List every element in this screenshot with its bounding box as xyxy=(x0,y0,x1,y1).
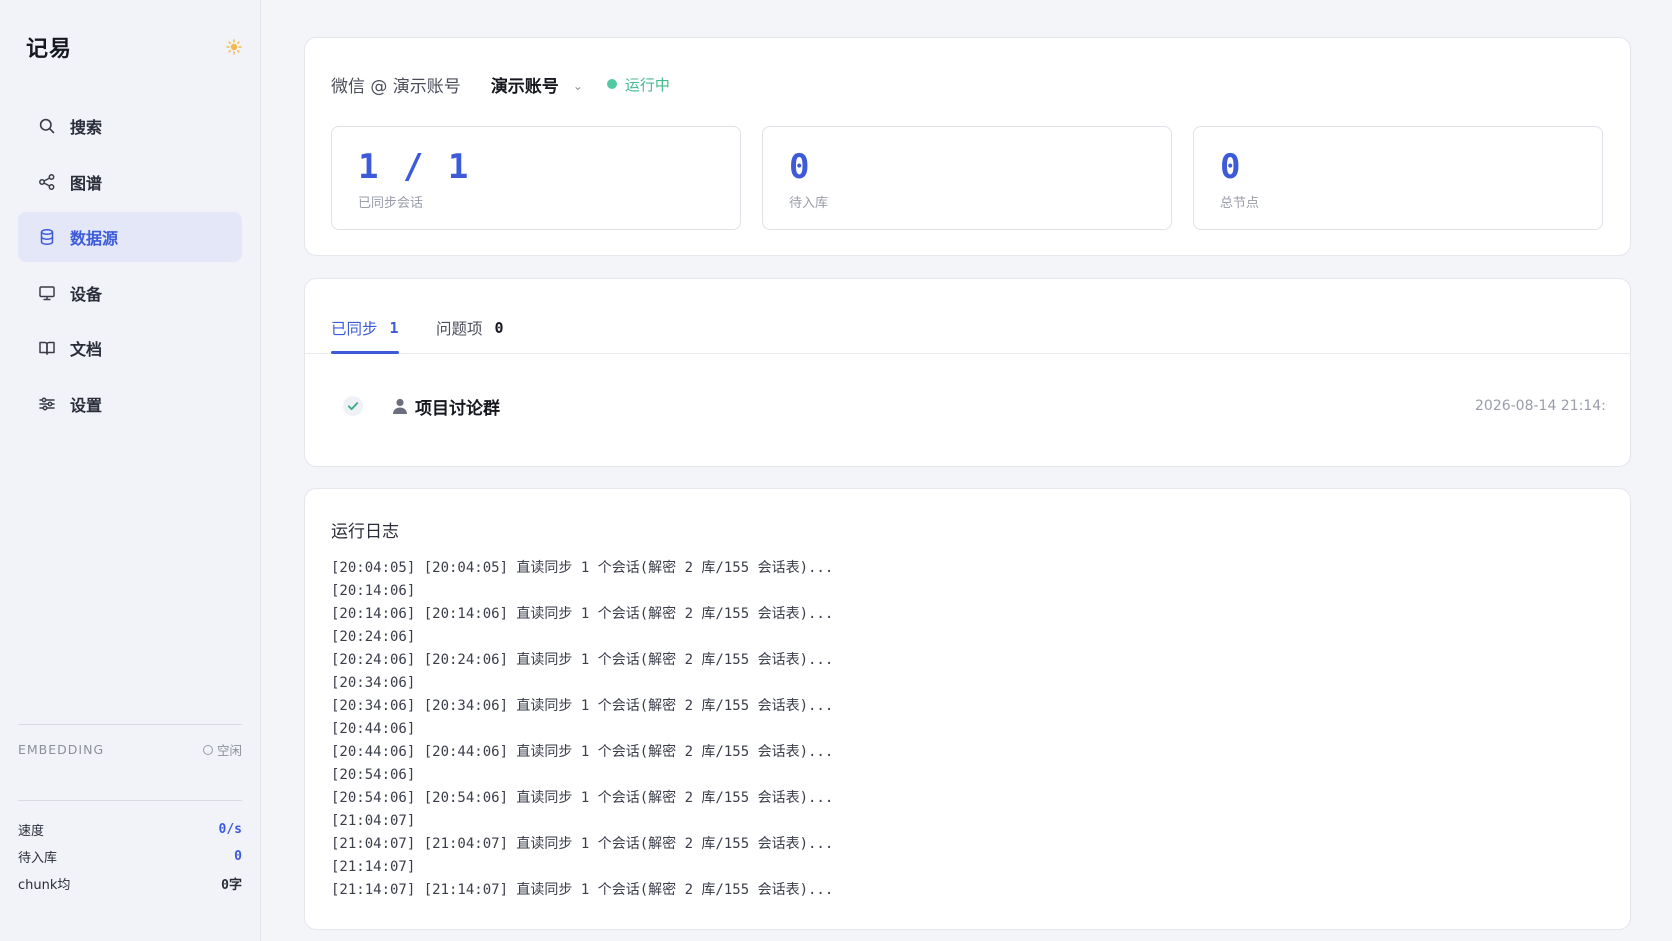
log-line: [21:04:07] [21:04:07] 直读同步 1 个会话(解密 2 库/… xyxy=(331,836,834,852)
metric-value: 1 / 1 xyxy=(358,147,471,187)
monitor-icon xyxy=(39,285,55,300)
log-line: [20:04:05] [20:04:05] 直读同步 1 个会话(解密 2 库/… xyxy=(331,560,834,576)
stat-label: 速度 xyxy=(18,824,45,839)
main-content: 微信 @ 演示账号 演示账号 ⌄ 运行中 1 / 1 已同步会话 0 待入库 0… xyxy=(261,0,1672,941)
log-line: [21:04:07] xyxy=(331,813,416,829)
session-name: 项目讨论群 xyxy=(415,398,500,419)
log-line: [20:34:06] [20:34:06] 直读同步 1 个会话(解密 2 库/… xyxy=(331,698,834,714)
check-icon xyxy=(343,396,363,416)
sidebar-item-devices[interactable]: 设备 xyxy=(18,268,242,318)
sidebar-divider xyxy=(18,800,242,801)
account-select[interactable]: 演示账号 xyxy=(491,72,559,97)
source-card: 微信 @ 演示账号 演示账号 ⌄ 运行中 1 / 1 已同步会话 0 待入库 0… xyxy=(304,37,1631,256)
database-icon xyxy=(40,229,54,245)
sidebar-divider xyxy=(18,724,242,725)
stat-chunk-average: chunk均 0字 xyxy=(18,870,242,897)
tab-issues[interactable]: 问题项 0 xyxy=(436,317,504,339)
sun-icon[interactable] xyxy=(226,39,242,55)
app-window: 记易 搜索 图谱 数据源 设备 文档 设置 EMBEDDING 空闲 速度 0/… xyxy=(0,0,1672,941)
status-dot xyxy=(606,79,617,89)
tab-label: 已同步 xyxy=(331,320,378,338)
sliders-icon xyxy=(39,397,55,410)
sidebar-item-label: 设置 xyxy=(70,395,103,415)
stat-pending: 待入库 0 xyxy=(18,843,242,870)
sidebar-item-docs[interactable]: 文档 xyxy=(18,323,242,373)
source-label: 微信 @ 演示账号 xyxy=(331,76,461,97)
metric-synced-sessions: 1 / 1 已同步会话 xyxy=(331,126,741,230)
stat-label: 待入库 xyxy=(18,851,58,866)
sidebar-item-graph[interactable]: 图谱 xyxy=(18,157,242,207)
stat-value: 0字 xyxy=(221,878,242,893)
idle-circle-icon xyxy=(202,744,213,755)
share-graph-icon xyxy=(39,173,55,190)
log-title: 运行日志 xyxy=(331,522,399,542)
book-icon xyxy=(39,341,55,355)
sidebar-nav: 搜索 图谱 数据源 设备 文档 设置 xyxy=(18,101,242,434)
brand: 记易 xyxy=(26,32,242,62)
log-line: [20:44:06] [20:44:06] 直读同步 1 个会话(解密 2 库/… xyxy=(331,744,834,760)
source-header: 微信 @ 演示账号 演示账号 ⌄ 运行中 xyxy=(331,71,670,97)
log-line: [21:14:07] [21:14:07] 直读同步 1 个会话(解密 2 库/… xyxy=(331,882,834,898)
session-tabs: 已同步 1 问题项 0 xyxy=(305,279,1630,354)
embedding-stats: 速度 0/s 待入库 0 chunk均 0字 xyxy=(18,816,242,897)
tab-synced[interactable]: 已同步 1 xyxy=(331,317,399,339)
metric-total-nodes: 0 总节点 xyxy=(1193,126,1603,230)
embedding-status: EMBEDDING 空闲 xyxy=(18,740,242,759)
embedding-state: 空闲 xyxy=(202,740,242,759)
metric-label: 待入库 xyxy=(789,196,829,211)
sidebar-item-datasource[interactable]: 数据源 xyxy=(18,212,242,262)
stat-speed: 速度 0/s xyxy=(18,816,242,843)
stat-value: 0 xyxy=(234,849,242,864)
active-tab-indicator xyxy=(331,351,399,354)
sessions-card: 已同步 1 问题项 0 项目讨论群 2026-08-14 21:14:0 xyxy=(304,278,1631,467)
sidebar-item-settings[interactable]: 设置 xyxy=(18,379,242,429)
embedding-state-text: 空闲 xyxy=(216,743,242,758)
log-line: [20:54:06] [20:54:06] 直读同步 1 个会话(解密 2 库/… xyxy=(331,790,834,806)
log-line: [20:44:06] xyxy=(331,721,416,737)
sidebar: 记易 搜索 图谱 数据源 设备 文档 设置 EMBEDDING 空闲 速度 0/… xyxy=(0,0,261,941)
metric-value: 0 xyxy=(789,147,812,187)
list-item[interactable]: 项目讨论群 2026-08-14 21:14:0 xyxy=(331,391,1607,421)
chevron-down-icon[interactable]: ⌄ xyxy=(573,79,583,93)
sidebar-item-label: 数据源 xyxy=(70,229,119,248)
sidebar-item-search[interactable]: 搜索 xyxy=(18,101,242,151)
log-output: [20:04:05] [20:04:05] 直读同步 1 个会话(解密 2 库/… xyxy=(331,557,1601,902)
log-line: [21:14:07] xyxy=(331,859,416,875)
sidebar-item-label: 文档 xyxy=(70,340,103,359)
metric-label: 已同步会话 xyxy=(358,196,424,211)
sidebar-item-label: 设备 xyxy=(70,284,103,304)
log-line: [20:24:06] [20:24:06] 直读同步 1 个会话(解密 2 库/… xyxy=(331,652,834,668)
log-line: [20:24:06] xyxy=(331,629,416,645)
log-line: [20:14:06] xyxy=(331,583,416,599)
session-timestamp: 2026-08-14 21:14:0 xyxy=(1475,398,1607,414)
user-icon xyxy=(393,398,407,414)
metric-label: 总节点 xyxy=(1220,196,1260,211)
sidebar-item-label: 图谱 xyxy=(70,173,103,193)
embedding-label: EMBEDDING xyxy=(18,742,105,757)
app-title: 记易 xyxy=(26,37,73,62)
stat-value: 0/s xyxy=(218,822,242,837)
metric-pending: 0 待入库 xyxy=(762,126,1172,230)
stat-label: chunk均 xyxy=(18,878,71,893)
tab-count: 0 xyxy=(494,319,504,337)
tab-count: 1 xyxy=(389,319,399,337)
sidebar-item-label: 搜索 xyxy=(70,118,103,137)
status-badge: 运行中 xyxy=(624,75,670,94)
log-line: [20:14:06] [20:14:06] 直读同步 1 个会话(解密 2 库/… xyxy=(331,606,834,622)
log-line: [20:54:06] xyxy=(331,767,416,783)
log-card: 运行日志 [20:04:05] [20:04:05] 直读同步 1 个会话(解密… xyxy=(304,488,1631,930)
log-line: [20:34:06] xyxy=(331,675,416,691)
metric-value: 0 xyxy=(1220,147,1243,187)
tab-label: 问题项 xyxy=(436,320,483,338)
search-icon xyxy=(39,118,55,134)
